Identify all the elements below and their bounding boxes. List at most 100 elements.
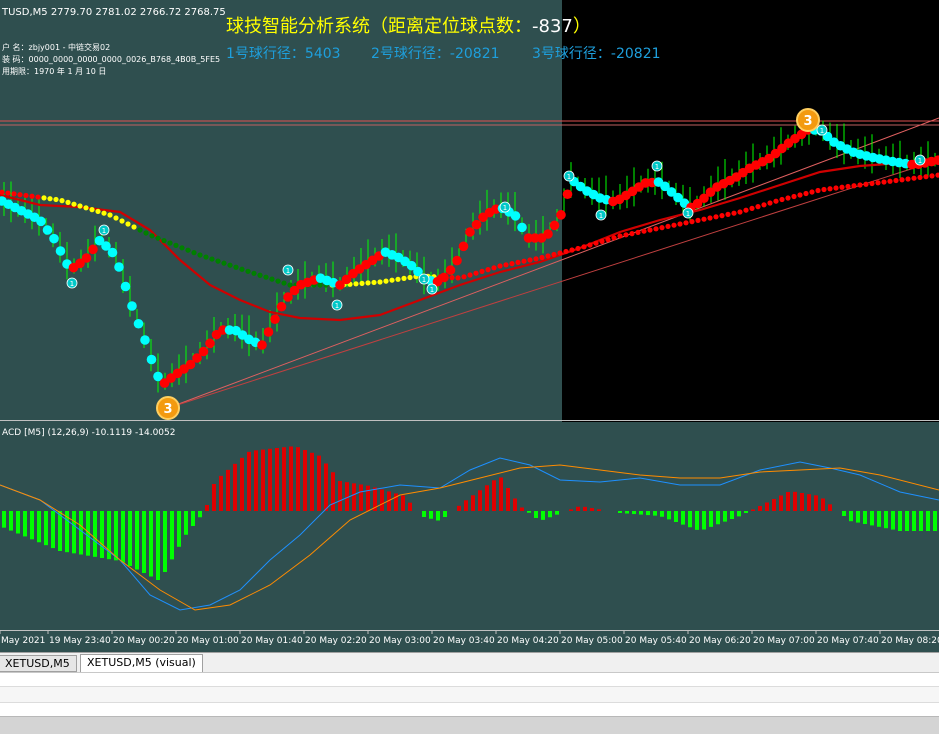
trail-dot: [251, 270, 257, 276]
macd-panel[interactable]: [0, 422, 939, 630]
chart-area[interactable]: 111111111111133 TUSD,M5 2779.70 2781.02 …: [0, 0, 939, 652]
macd-bar: [681, 511, 685, 525]
macd-bar: [177, 511, 181, 547]
tab-xetusd-m5-visual[interactable]: XETUSD,M5 (visual): [80, 654, 203, 673]
trail-dot: [713, 214, 719, 220]
macd-bar: [905, 511, 909, 531]
price-dot: [465, 227, 475, 237]
trail-dot: [539, 254, 545, 261]
macd-bar: [513, 498, 517, 511]
trail-dot: [821, 186, 827, 193]
macd-bar: [324, 463, 328, 511]
trail-dot: [695, 217, 701, 223]
macd-bar: [9, 511, 13, 531]
trail-dot: [533, 256, 539, 262]
trail-dot: [917, 174, 923, 181]
trail-dot: [275, 278, 281, 284]
macd-bar: [618, 511, 622, 513]
macd-bar: [814, 495, 818, 511]
macd-bar: [23, 511, 27, 537]
macd-bar: [268, 448, 272, 511]
time-label: 20 May 04:20: [497, 636, 559, 646]
macd-bar: [877, 511, 881, 527]
trail-dot: [725, 211, 731, 217]
trail-dot: [113, 215, 119, 221]
trail-dot: [131, 224, 137, 230]
chart-tab-bar: XETUSD,M5 XETUSD,M5 (visual): [0, 652, 939, 673]
trail-dot: [545, 253, 551, 259]
trail-dot: [863, 181, 869, 187]
macd-bar: [891, 511, 895, 530]
price-dot: [114, 262, 124, 272]
macd-bar: [170, 511, 174, 560]
trail-dot: [845, 183, 851, 190]
trail-dot: [107, 212, 113, 218]
macd-bar: [884, 511, 888, 529]
macd-bar: [737, 511, 741, 517]
macd-bar: [807, 494, 811, 511]
macd-bar: [779, 495, 783, 511]
trail-dot: [911, 175, 917, 181]
trail-dot: [65, 199, 71, 205]
macd-bar: [233, 463, 237, 511]
macd-bar: [93, 511, 97, 557]
price-dot: [549, 220, 560, 231]
trail-dot: [677, 221, 683, 227]
price-dot: [445, 265, 456, 275]
price-dot: [140, 335, 150, 345]
macd-bar: [51, 511, 55, 549]
macd-bar: [16, 511, 20, 534]
small-ball-label: 1: [102, 227, 106, 235]
macd-bar: [219, 475, 223, 511]
time-label: 20 May 01:00: [177, 636, 239, 646]
macd-bar: [289, 446, 293, 511]
trail-dot: [557, 250, 563, 256]
macd-bar: [212, 484, 216, 511]
macd-bar: [429, 511, 433, 519]
tab-xetusd-m5[interactable]: XETUSD,M5: [0, 655, 77, 672]
trail-dot: [569, 247, 575, 253]
trail-dot: [737, 209, 743, 215]
system-title: 球技智能分析系统（距离定位球点数：-837）: [226, 16, 591, 37]
macd-bar: [527, 511, 531, 513]
trail-dot: [857, 182, 863, 188]
macd-bar: [464, 500, 468, 511]
trail-dot: [29, 193, 35, 199]
trail-dot: [587, 242, 593, 248]
macd-bar: [772, 499, 776, 511]
price-dot: [107, 247, 118, 258]
trail-dot: [701, 216, 707, 222]
trail-dot: [629, 231, 635, 237]
trail-dot: [581, 244, 587, 250]
expiry-date: 用期限：1970 年 1 月 10 日: [2, 66, 106, 76]
trail-dot: [353, 281, 359, 287]
trail-dot: [791, 193, 797, 200]
trail-dot: [923, 174, 929, 180]
trail-dot: [767, 200, 773, 206]
macd-bar: [310, 452, 314, 511]
macd-bar: [590, 508, 594, 511]
trail-dot: [95, 208, 101, 214]
macd-bar: [198, 511, 202, 518]
macd-bar: [401, 495, 405, 511]
trail-dot: [647, 227, 653, 233]
trail-dot: [551, 251, 557, 258]
trail-dot: [89, 207, 95, 213]
trail-dot: [173, 242, 179, 248]
small-ball-label: 1: [430, 286, 434, 294]
price-dot: [205, 338, 215, 349]
price-dot: [517, 222, 527, 233]
macd-bar: [205, 505, 209, 511]
macd-bar: [800, 493, 804, 511]
trail-dot: [749, 205, 755, 211]
price-dot: [439, 272, 449, 283]
macd-bar: [667, 511, 671, 520]
status-bar: [0, 716, 939, 734]
macd-bar: [786, 492, 790, 511]
trail-dot: [683, 220, 689, 226]
trail-dot: [485, 267, 491, 273]
trail-dot: [605, 237, 611, 243]
trail-dot: [593, 240, 599, 246]
trail-dot: [23, 192, 29, 199]
trail-dot: [149, 233, 155, 239]
